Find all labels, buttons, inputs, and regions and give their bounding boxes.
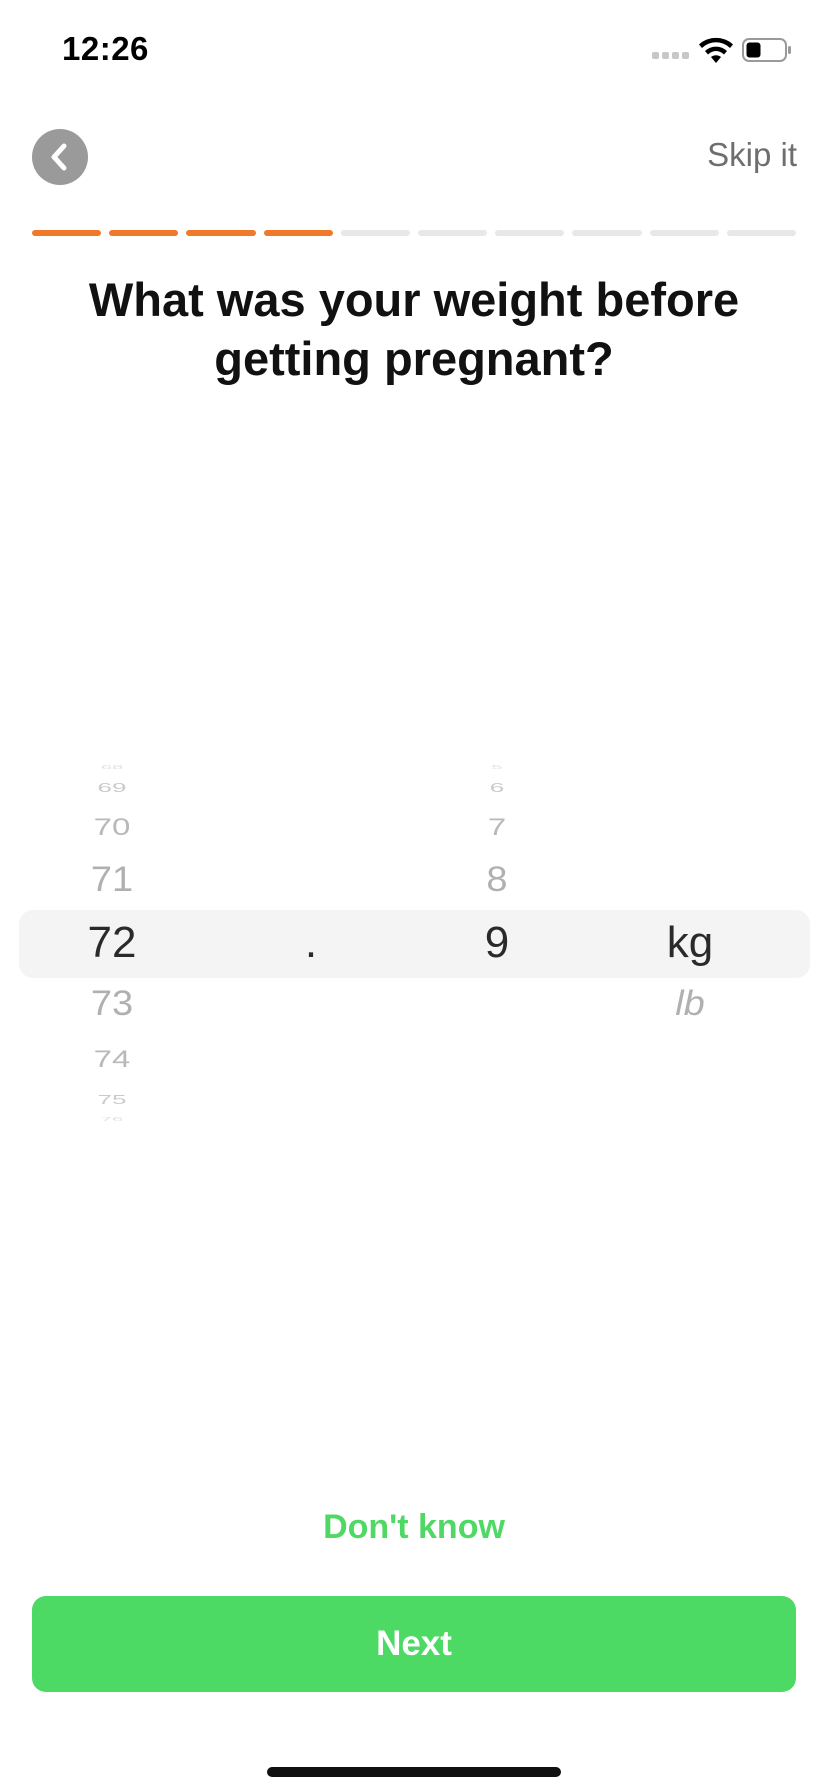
weight-picker[interactable]: 68 69 70 71 72 73 74 75 76 5 6 7 8 9 kg lb. (0, 760, 828, 1122)
progress-segment (726, 230, 797, 236)
weight-unit-option[interactable]: lb (675, 985, 705, 1025)
battery-icon (742, 38, 791, 62)
weight-integer-option[interactable]: 72 (88, 918, 137, 968)
weight-integer-option[interactable]: 71 (91, 861, 133, 901)
decimal-separator: . (304, 918, 318, 967)
progress-segment (186, 230, 256, 236)
back-button[interactable] (32, 129, 88, 185)
weight-integer-option[interactable]: 74 (94, 1046, 131, 1073)
onboarding-screen: 12:26 Skip it What was your weight befor… (0, 0, 828, 1792)
weight-integer-option[interactable]: 75 (98, 1092, 127, 1108)
chevron-left-icon (51, 143, 67, 171)
weight-integer-option[interactable]: 69 (98, 780, 127, 796)
wifi-icon (699, 37, 733, 63)
status-bar: 12:26 (0, 0, 828, 100)
weight-unit-option[interactable]: kg (667, 918, 713, 968)
next-button[interactable]: Next (32, 1596, 796, 1692)
progress-segment (263, 230, 333, 236)
weight-integer-option[interactable]: 68 (101, 764, 123, 770)
weight-integer-option[interactable]: 73 (91, 985, 133, 1025)
weight-decimal-option[interactable]: 7 (488, 814, 506, 841)
status-time: 12:26 (62, 30, 149, 67)
progress-segment (340, 230, 411, 236)
weight-integer-option[interactable]: 70 (94, 814, 131, 841)
progress-segment (649, 230, 719, 236)
weight-decimal-option[interactable]: 9 (485, 918, 509, 968)
cellular-signal-icon (652, 52, 689, 59)
question-title: What was your weight before getting preg… (88, 273, 740, 385)
home-indicator (267, 1767, 561, 1777)
weight-decimal-option[interactable]: 8 (486, 861, 507, 901)
progress-segment (495, 230, 565, 236)
progress-segment (32, 230, 102, 236)
progress-segment (418, 230, 488, 236)
weight-decimal-option[interactable]: 6 (490, 780, 504, 796)
onboarding-progress-bar (32, 230, 797, 236)
dont-know-button[interactable]: Don't know (0, 1508, 828, 1547)
weight-decimal-option[interactable]: 5 (491, 764, 502, 770)
weight-integer-option[interactable]: 76 (101, 1116, 123, 1122)
skip-button[interactable]: Skip it (707, 136, 797, 174)
progress-segment (109, 230, 179, 236)
progress-segment (572, 230, 642, 236)
